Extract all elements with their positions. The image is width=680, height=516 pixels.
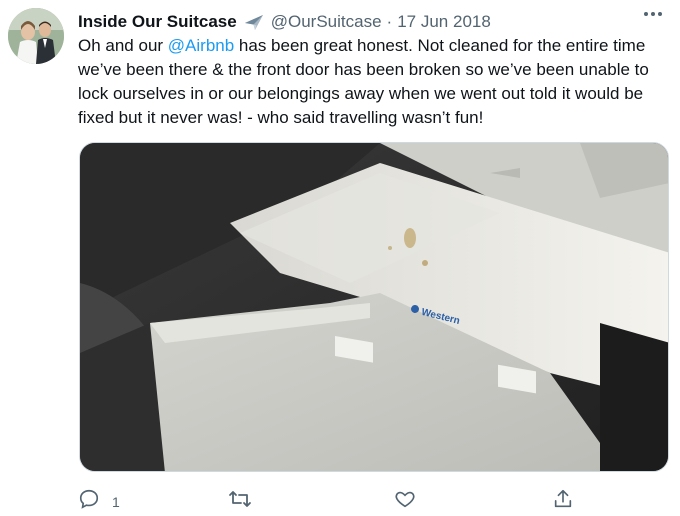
toilet-photo: Western bbox=[80, 143, 668, 471]
retweet-icon bbox=[228, 488, 252, 515]
tweet-header: Inside Our Suitcase @OurSuitcase · 17 Ju… bbox=[78, 10, 662, 34]
mention-link[interactable]: @Airbnb bbox=[168, 36, 234, 55]
more-options-icon[interactable] bbox=[644, 12, 662, 16]
display-name[interactable]: Inside Our Suitcase bbox=[78, 12, 237, 32]
separator: · bbox=[386, 12, 393, 31]
share-icon bbox=[552, 488, 574, 515]
avatar[interactable] bbox=[8, 8, 64, 64]
tweet-text: Oh and our @Airbnb has been great honest… bbox=[78, 34, 674, 130]
action-bar: 1 bbox=[78, 488, 598, 514]
retweet-button[interactable] bbox=[228, 488, 252, 515]
like-button[interactable] bbox=[394, 488, 416, 515]
airplane-icon bbox=[243, 12, 265, 32]
heart-icon bbox=[394, 488, 416, 515]
reply-count: 1 bbox=[112, 493, 120, 510]
reply-icon bbox=[78, 488, 100, 515]
share-button[interactable] bbox=[552, 488, 574, 515]
tweet-photo[interactable]: Western bbox=[79, 142, 669, 472]
reply-button[interactable]: 1 bbox=[78, 488, 120, 515]
tweet-date[interactable]: 17 Jun 2018 bbox=[397, 12, 491, 32]
handle[interactable]: @OurSuitcase bbox=[271, 12, 382, 32]
avatar-photo bbox=[8, 8, 64, 64]
tweet-text-start: Oh and our bbox=[78, 36, 168, 55]
